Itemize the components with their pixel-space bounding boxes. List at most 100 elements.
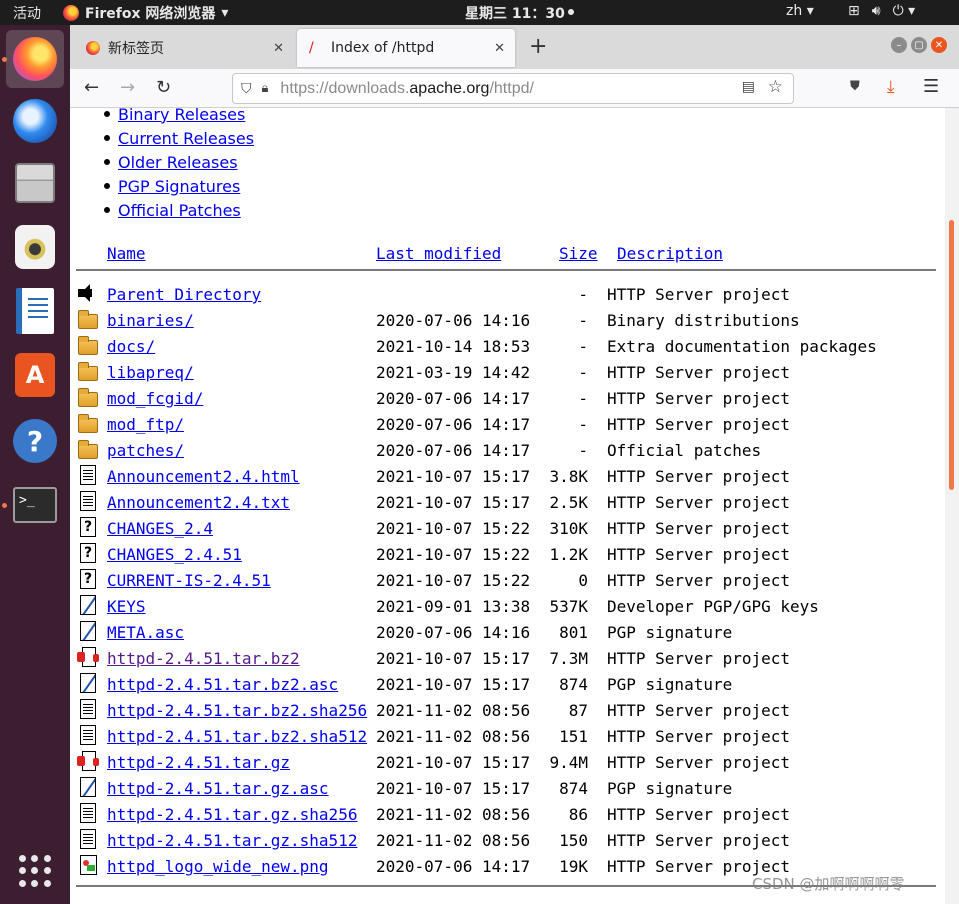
folder-icon[interactable]	[78, 336, 98, 355]
text-file-icon[interactable]	[80, 803, 96, 823]
dock-thunderbird[interactable]	[6, 92, 64, 150]
file-description: HTTP Server project	[607, 649, 791, 668]
file-link[interactable]: mod_ftp/	[107, 415, 184, 434]
archive-file-icon[interactable]	[77, 751, 99, 771]
file-link[interactable]: httpd_logo_wide_new.png	[107, 857, 329, 876]
sort-by-description[interactable]: Description	[617, 244, 723, 263]
dock-rhythmbox[interactable]	[6, 218, 64, 276]
table-row: httpd-2.4.51.tar.bz2.sha512 2021-11-02 08…	[70, 725, 945, 751]
folder-icon[interactable]	[78, 310, 98, 329]
url-scheme: https://downloads.	[280, 79, 410, 97]
signature-file-icon[interactable]	[80, 595, 96, 615]
link-current-releases[interactable]: Current Releases	[118, 129, 254, 148]
tab-index-httpd[interactable]: / Index of /httpd ✕	[297, 29, 515, 67]
sort-by-last-modified[interactable]: Last modified	[376, 244, 501, 263]
reader-view-icon[interactable]: ▤	[742, 79, 755, 95]
show-applications-button[interactable]	[19, 855, 51, 887]
folder-icon[interactable]	[78, 362, 98, 381]
file-link[interactable]: httpd-2.4.51.tar.bz2	[107, 649, 300, 668]
file-link[interactable]: Announcement2.4.html	[107, 467, 300, 486]
file-link[interactable]: httpd-2.4.51.tar.gz.asc	[107, 779, 329, 798]
maximize-button[interactable]: ▢	[911, 37, 927, 53]
file-link[interactable]: binaries/	[107, 311, 194, 330]
url-bar[interactable]: ⛉ 🔒︎ https://downloads.apache.org/httpd/…	[232, 73, 794, 104]
table-row: ? CHANGES_2.4 2021-10-07 15:22 310K HTTP Ser…	[70, 517, 945, 543]
file-link[interactable]: httpd-2.4.51.tar.gz	[107, 753, 290, 772]
scrollbar-thumb[interactable]	[949, 220, 954, 490]
file-link[interactable]: patches/	[107, 441, 184, 460]
dock-firefox[interactable]	[6, 30, 64, 88]
clock[interactable]: 星期三 11：30	[465, 3, 574, 23]
link-official-patches[interactable]: Official Patches	[118, 201, 241, 220]
downloads-icon[interactable]: ⤓	[887, 77, 895, 97]
text-file-icon[interactable]	[80, 725, 96, 745]
file-link[interactable]: mod_fcgid/	[107, 389, 203, 408]
hamburger-menu-icon[interactable]: ☰	[923, 76, 939, 97]
page-scrollbar[interactable]	[945, 108, 959, 904]
reload-button[interactable]: ↻	[156, 77, 171, 98]
file-link[interactable]: httpd-2.4.51.tar.gz.sha512	[107, 831, 357, 850]
close-icon[interactable]: ✕	[273, 41, 284, 56]
unknown-file-icon[interactable]: ?	[80, 543, 96, 563]
pocket-icon[interactable]: ⛊	[850, 79, 860, 94]
table-row: META.asc 2020-07-06 14:16 801 PGP signature	[70, 621, 945, 647]
activities-button[interactable]: 活动	[13, 3, 41, 23]
file-link[interactable]: docs/	[107, 337, 155, 356]
unknown-file-icon[interactable]: ?	[80, 517, 96, 537]
image-file-icon[interactable]	[80, 855, 97, 875]
text-file-icon[interactable]	[80, 829, 96, 849]
signature-file-icon[interactable]	[80, 673, 96, 693]
text-file-icon[interactable]	[80, 491, 96, 511]
close-icon[interactable]: ✕	[494, 41, 505, 56]
forward-button[interactable]: →	[120, 77, 135, 98]
link-binary-releases[interactable]: Binary Releases	[118, 108, 245, 124]
tab-new-tab[interactable]: 新标签页 ✕	[78, 29, 294, 67]
file-link[interactable]: httpd-2.4.51.tar.bz2.sha512	[107, 727, 367, 746]
dock-files[interactable]	[6, 154, 64, 212]
archive-file-icon[interactable]	[77, 647, 99, 667]
table-row: ? CURRENT-IS-2.4.51 2021-10-07 15:22 0 HTTP …	[70, 569, 945, 595]
new-tab-button[interactable]: +	[529, 34, 547, 59]
signature-file-icon[interactable]	[80, 621, 96, 641]
tracking-protection-icon[interactable]: ⛉	[241, 81, 252, 97]
dock-help[interactable]: ?	[6, 412, 64, 470]
file-link[interactable]: KEYS	[107, 597, 146, 616]
file-link[interactable]: Parent Directory	[107, 285, 261, 304]
file-link[interactable]: CURRENT-IS-2.4.51	[107, 571, 271, 590]
dock-terminal[interactable]: >_	[6, 476, 64, 534]
text-file-icon[interactable]	[80, 465, 96, 485]
text-file-icon[interactable]	[80, 699, 96, 719]
input-method-menu[interactable]: zh ▾	[786, 3, 814, 19]
folder-icon[interactable]	[78, 414, 98, 433]
file-link[interactable]: CHANGES_2.4.51	[107, 545, 242, 564]
table-row: httpd-2.4.51.tar.bz2.sha256 2021-11-02 08…	[70, 699, 945, 725]
parent-directory-icon[interactable]	[78, 283, 98, 303]
signature-file-icon[interactable]	[80, 777, 96, 797]
file-link[interactable]: CHANGES_2.4	[107, 519, 213, 538]
sort-by-name[interactable]: Name	[107, 244, 146, 263]
modified-date: 2021-10-07 15:17	[376, 649, 531, 668]
minimize-button[interactable]: –	[891, 37, 907, 53]
file-link[interactable]: Announcement2.4.txt	[107, 493, 290, 512]
back-button[interactable]: ←	[84, 77, 99, 98]
sort-by-size[interactable]: Size	[559, 244, 598, 263]
link-older-releases[interactable]: Older Releases	[118, 153, 238, 172]
system-menu[interactable]: ⊞ 🔊︎ ⏻ ▾	[848, 3, 915, 19]
bookmark-star-icon[interactable]: ☆	[768, 77, 783, 97]
url-text[interactable]: https://downloads.apache.org/httpd/	[280, 80, 534, 98]
link-pgp-signatures[interactable]: PGP Signatures	[118, 177, 240, 196]
dock-writer[interactable]	[6, 282, 64, 340]
file-link[interactable]: httpd-2.4.51.tar.gz.sha256	[107, 805, 357, 824]
window-close-button[interactable]: ✕	[931, 37, 947, 53]
app-menu[interactable]: Firefox 网络浏览器 ▾	[63, 3, 228, 23]
file-link[interactable]: libapreq/	[107, 363, 194, 382]
file-link[interactable]: META.asc	[107, 623, 184, 642]
folder-icon[interactable]	[78, 388, 98, 407]
file-link[interactable]: httpd-2.4.51.tar.bz2.sha256	[107, 701, 367, 720]
dock-software[interactable]: A	[6, 346, 64, 404]
file-link[interactable]: httpd-2.4.51.tar.bz2.asc	[107, 675, 338, 694]
lock-icon[interactable]: 🔒︎	[262, 81, 269, 96]
unknown-file-icon[interactable]: ?	[80, 569, 96, 589]
rhythmbox-icon	[15, 225, 55, 269]
folder-icon[interactable]	[78, 440, 98, 459]
